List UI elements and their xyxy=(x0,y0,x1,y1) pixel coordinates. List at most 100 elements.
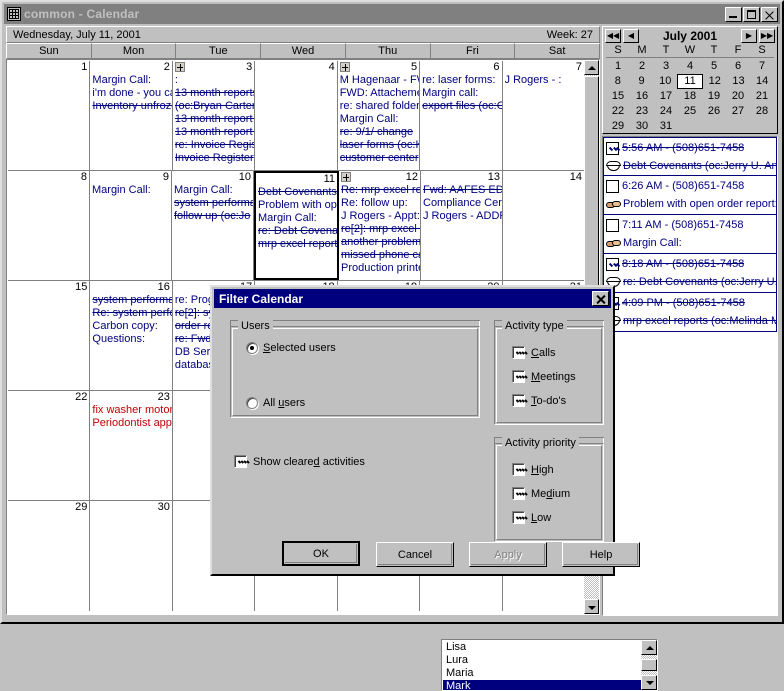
high-priority-checkbox[interactable]: High xyxy=(512,463,554,476)
user-list-item[interactable]: Maria xyxy=(443,667,641,680)
mini-day-20[interactable]: 20 xyxy=(726,89,750,104)
activity-complete-checkbox[interactable] xyxy=(606,141,619,155)
calendar-entry[interactable]: system performan xyxy=(92,294,171,307)
mini-day-6[interactable]: 6 xyxy=(726,59,750,74)
user-list-item[interactable]: Lisa xyxy=(443,641,641,654)
mini-day-30[interactable]: 30 xyxy=(630,119,654,134)
mini-day-19[interactable]: 19 xyxy=(702,89,726,104)
day-cell-23[interactable]: 23 fix washer motor: Periodontist appt xyxy=(90,391,173,500)
calendar-entry[interactable]: customer center xyxy=(340,152,419,165)
mini-day-25[interactable]: 25 xyxy=(678,104,702,119)
calendar-entry[interactable]: : xyxy=(175,74,254,87)
day-cell-2[interactable]: 2 Margin Call: i'm done - you ca Inventory … xyxy=(90,61,173,170)
day-cell-22[interactable]: 22 xyxy=(8,391,91,500)
help-button[interactable]: Help xyxy=(562,542,640,567)
user-list-item[interactable]: Mark xyxy=(443,680,641,690)
calendar-entry[interactable]: Fwd: AAFES EDI xyxy=(423,184,502,197)
calendar-entry[interactable]: Margin Call: xyxy=(340,113,419,126)
all-users-radio[interactable]: All users xyxy=(246,397,305,409)
calendar-entry[interactable]: 13 month report ( xyxy=(175,113,254,126)
todos-checkbox[interactable]: To-do's xyxy=(512,394,566,407)
calendar-entry[interactable]: re: laser forms: xyxy=(422,74,501,87)
mini-day-22[interactable]: 22 xyxy=(606,104,630,119)
calendar-entry[interactable]: re: Debt Covenan xyxy=(258,225,337,238)
calendar-entry[interactable]: Questions: xyxy=(92,333,171,346)
expand-day-icon[interactable] xyxy=(341,172,351,182)
calendar-entry[interactable]: J Rogers - : xyxy=(505,74,584,87)
day-cell-5[interactable]: 5M Hagenaar - FW FWD: Attacheme re: shared… xyxy=(337,61,421,170)
calendar-entry[interactable]: another problem xyxy=(341,236,420,249)
calendar-entry[interactable]: Margin Call: xyxy=(174,184,253,197)
listbox-scroll-up-button[interactable] xyxy=(641,640,657,655)
close-button[interactable] xyxy=(761,6,778,22)
mini-day-17[interactable]: 17 xyxy=(654,89,678,104)
mini-day-3[interactable]: 3 xyxy=(654,59,678,74)
mini-day-4[interactable]: 4 xyxy=(678,59,702,74)
mini-day-26[interactable]: 26 xyxy=(702,104,726,119)
selected-users-radio[interactable]: Selected users xyxy=(246,342,336,354)
activity-item[interactable]: 7:11 AM - (508)651-7458 Margin Call: xyxy=(603,215,777,254)
activity-item[interactable]: 4:09 PM - (508)651-7458 mrp excel reports… xyxy=(603,293,777,332)
mini-day-2[interactable]: 2 xyxy=(630,59,654,74)
show-cleared-activities-checkbox[interactable]: Show cleared activities xyxy=(234,455,365,468)
activity-item[interactable]: 8:18 AM - (508)651-7458 re: Debt Covenant… xyxy=(603,254,777,293)
day-cell-29[interactable]: 29 xyxy=(8,501,91,611)
calendar-entry[interactable]: re: 9/1/ change xyxy=(340,126,419,139)
calendar-entry[interactable]: Inventory unfroze xyxy=(92,100,171,113)
calendar-entry[interactable]: Carbon copy: xyxy=(92,320,171,333)
users-listbox[interactable]: LisaLuraMariaMarkMill xyxy=(441,639,658,691)
calendar-entry[interactable]: Invoice Register xyxy=(175,152,254,165)
mini-day-28[interactable]: 28 xyxy=(750,104,774,119)
expand-day-icon[interactable] xyxy=(339,62,350,72)
calendar-entry[interactable]: FWD: Attacheme xyxy=(340,87,419,100)
ok-button[interactable]: OK xyxy=(282,541,360,566)
calendar-entry[interactable]: Production printe xyxy=(341,262,420,275)
users-listbox-items[interactable]: LisaLuraMariaMarkMill xyxy=(443,641,641,690)
calendar-entry[interactable]: Periodontist appt xyxy=(92,417,171,430)
calendar-entry[interactable]: J Rogers - Appt: xyxy=(341,210,420,223)
day-cell-1[interactable]: 1 xyxy=(8,61,91,170)
mini-day-7[interactable]: 7 xyxy=(750,59,774,74)
mini-day-16[interactable]: 16 xyxy=(630,89,654,104)
maximize-button[interactable] xyxy=(743,6,760,22)
activity-complete-checkbox[interactable] xyxy=(606,179,619,193)
mini-calendar[interactable]: ◀◀ ◀ July 2001 ▶ ▶▶ S M T W T F S 123456… xyxy=(602,26,778,134)
listbox-scroll-thumb[interactable] xyxy=(641,659,657,671)
calendar-entry[interactable]: (oc:Bryan Carter) xyxy=(175,100,254,113)
low-priority-checkbox[interactable]: Low xyxy=(512,511,551,524)
calendar-entry[interactable]: 13 month report ( xyxy=(175,126,254,139)
calendar-entry[interactable]: export files (oc:G xyxy=(422,100,501,113)
calendar-entry[interactable]: M Hagenaar - FW xyxy=(340,74,419,87)
scroll-up-button[interactable] xyxy=(584,60,599,75)
medium-priority-checkbox[interactable]: Medium xyxy=(512,487,570,500)
next-month-button[interactable]: ▶ xyxy=(741,28,757,43)
mini-calendar-grid[interactable]: 1 2 3 4 5 6 7 8 9 10 11 12 13 14 15 16 17 18 19 20 21 22 23 24 2… xyxy=(603,59,777,134)
calendar-entry[interactable]: Re: mrp excel rep xyxy=(341,184,420,197)
calendar-entry[interactable]: missed phone ca xyxy=(341,249,420,262)
calendar-entry[interactable]: laser forms (oc:K. xyxy=(340,139,419,152)
calendar-entry[interactable]: follow up (oc:Jo xyxy=(174,210,253,223)
calendar-entry[interactable]: Margin Call: xyxy=(92,74,171,87)
calendar-entry[interactable]: re[2]: mrp excel r xyxy=(341,223,420,236)
calendar-entry[interactable]: Problem with ope xyxy=(258,199,337,212)
user-list-item[interactable]: Lura xyxy=(443,654,641,667)
dialog-titlebar[interactable]: Filter Calendar xyxy=(214,289,611,308)
day-cell-14[interactable]: 14 xyxy=(503,171,584,280)
day-cell-9[interactable]: 9 Margin Call: xyxy=(90,171,172,280)
day-cell-12[interactable]: 12 Re: mrp excel rep Re: follow up: J Roger… xyxy=(339,171,421,280)
activity-item[interactable]: 5:56 AM - (508)651-7458 Debt Covenants (o… xyxy=(603,137,777,176)
calendar-entry[interactable]: Margin call: xyxy=(422,87,501,100)
calendar-entry[interactable]: Debt Covenants xyxy=(258,186,337,199)
dialog-close-button[interactable] xyxy=(592,291,609,306)
mini-day-5[interactable]: 5 xyxy=(702,59,726,74)
mini-day-13[interactable]: 13 xyxy=(727,74,751,89)
calendar-entry[interactable]: fix washer motor: xyxy=(92,404,171,417)
mini-day-23[interactable]: 23 xyxy=(630,104,654,119)
calendar-entry[interactable]: Compliance Certi xyxy=(423,197,502,210)
activity-complete-checkbox[interactable] xyxy=(606,218,619,232)
calendar-entry[interactable]: re: shared folders xyxy=(340,100,419,113)
prev-month-button[interactable]: ◀ xyxy=(623,28,639,43)
day-cell-10[interactable]: 10Margin Call:system performanfollow up … xyxy=(172,171,254,280)
calendar-entry[interactable]: 13 month reports xyxy=(175,87,254,100)
users-listbox-scrollbar[interactable] xyxy=(641,640,657,690)
